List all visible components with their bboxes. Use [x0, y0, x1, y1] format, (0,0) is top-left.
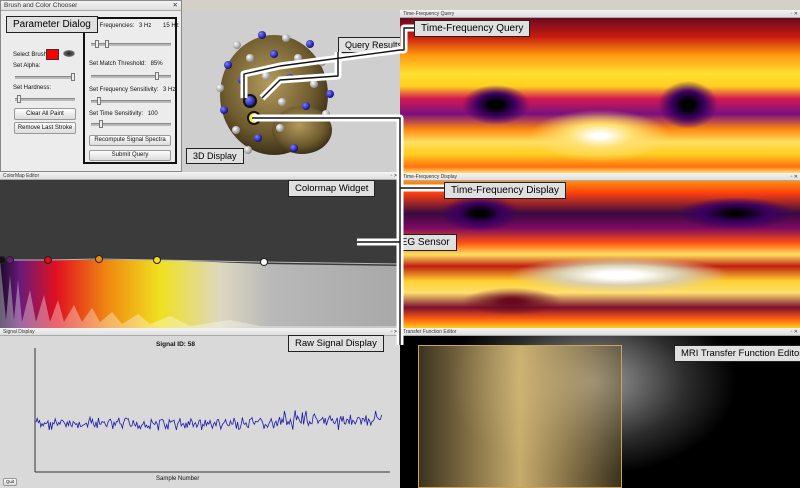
frequencies-label: Set Frequencies: 3 Hz 15 Hz: [89, 23, 179, 29]
mri-transfer-callout: MRI Transfer Function Editor: [674, 345, 800, 362]
hardness-slider-thumb[interactable]: [17, 95, 21, 103]
mri-titlebar[interactable]: Transfer Function Editor ▫ ✕: [400, 328, 800, 336]
clear-all-paint-button[interactable]: Clear All Paint: [14, 108, 76, 120]
freq-high-thumb[interactable]: [105, 40, 109, 48]
tf-query-callout: Time-Frequency Query: [414, 20, 531, 37]
colormap-control-point[interactable]: [6, 256, 14, 264]
signal-plot[interactable]: [30, 348, 390, 473]
alpha-slider[interactable]: [15, 73, 75, 81]
mri-transfer-widget[interactable]: [418, 345, 622, 488]
window-buttons-icon[interactable]: ▫ ✕: [391, 328, 398, 336]
tf-display-callout: Time-Frequency Display: [444, 182, 566, 199]
freq-sensitivity-thumb[interactable]: [97, 97, 101, 105]
freq-low-thumb[interactable]: [95, 40, 99, 48]
3d-display-callout: 3D Display: [186, 148, 244, 164]
freq-sensitivity-slider[interactable]: [91, 97, 171, 105]
match-threshold-slider[interactable]: [91, 72, 171, 80]
close-icon[interactable]: ✕: [173, 1, 178, 11]
brush-window-titlebar[interactable]: Brush and Color Chooser ✕: [1, 1, 181, 11]
parameter-dialog-callout: Parameter Dialog: [6, 16, 98, 33]
window-buttons-icon[interactable]: ▫ ✕: [791, 10, 798, 18]
tf-query-heatmap[interactable]: [400, 18, 800, 173]
freq-sensitivity-label: Set Frequency Sensitivity: 3 Hz: [89, 87, 175, 93]
freq-sensitivity-value: 3 Hz: [163, 87, 176, 93]
window-buttons-icon[interactable]: ▫ ✕: [791, 173, 798, 181]
colormap-control-points: [0, 180, 400, 328]
tf-display-heatmap[interactable]: [400, 181, 800, 328]
time-sensitivity-value: 100: [147, 111, 158, 117]
signal-id-label: Signal ID: 58: [156, 341, 196, 348]
tf-query-title: Time-Frequency Query: [403, 11, 455, 17]
tf-query-titlebar[interactable]: Time-Frequency Query ▫ ✕: [400, 10, 800, 18]
active-sensor-blue: [243, 94, 257, 108]
brush-shape-icon[interactable]: [63, 50, 75, 57]
time-sensitivity-thumb[interactable]: [99, 120, 103, 128]
time-sensitivity-label-text: Set Time Sensitivity:: [89, 111, 144, 117]
freq-low-value: 3 Hz: [139, 23, 152, 29]
time-sensitivity-slider[interactable]: [91, 120, 171, 128]
tf-display-title: Time-Frequency Display: [403, 174, 457, 180]
remove-last-stroke-button[interactable]: Remove Last Stroke: [14, 122, 76, 134]
alpha-slider-thumb[interactable]: [71, 73, 75, 81]
freq-high-value: 15 Hz: [163, 23, 179, 29]
colormap-control-point[interactable]: [260, 258, 268, 266]
x-axis-label: Sample Number: [156, 476, 200, 482]
brush-window-title: Brush and Color Chooser: [4, 2, 78, 9]
match-threshold-label: Set Match Threshold: 85%: [89, 61, 163, 67]
colormap-control-point[interactable]: [44, 256, 52, 264]
match-threshold-value: 85%: [150, 61, 163, 67]
query-parameters-box: Set Frequencies: 3 Hz 15 Hz Set Match Th…: [83, 17, 179, 164]
window-buttons-icon[interactable]: ▫ ✕: [791, 328, 798, 336]
time-sensitivity-label: Set Time Sensitivity: 100: [89, 111, 158, 117]
raw-signal-callout: Raw Signal Display: [288, 335, 384, 352]
select-brush-label: Select Brush: [13, 52, 48, 58]
mri-title: Transfer Function Editor: [403, 329, 457, 335]
colormap-control-point[interactable]: [153, 256, 161, 264]
freq-sensitivity-label-text: Set Frequency Sensitivity:: [89, 87, 159, 93]
query-results-callout: Query Results: [338, 37, 410, 53]
recompute-spectra-button[interactable]: Recompute Signal Spectra: [89, 135, 171, 146]
colormap-widget-callout: Colormap Widget: [288, 180, 376, 197]
hardness-label: Set Hardness:: [13, 85, 52, 91]
alpha-label: Set Alpha:: [13, 63, 41, 69]
hardness-slider[interactable]: [15, 95, 75, 103]
tf-display-titlebar[interactable]: Time-Frequency Display ▫ ✕: [400, 173, 800, 181]
colormap-titlebar[interactable]: ColorMap Editor ▫ ✕: [0, 172, 400, 180]
eeg-signal-trace: [35, 410, 382, 431]
colormap-control-point[interactable]: [95, 255, 103, 263]
brush-color-swatch[interactable]: [46, 49, 59, 60]
match-threshold-thumb[interactable]: [155, 72, 159, 80]
active-sensor-yellow: [247, 111, 261, 125]
colormap-title: ColorMap Editor: [3, 173, 40, 179]
window-buttons-icon[interactable]: ▫ ✕: [391, 172, 398, 180]
match-threshold-label-text: Set Match Threshold:: [89, 61, 146, 67]
submit-query-button[interactable]: Submit Query: [89, 150, 171, 161]
quit-button[interactable]: Quit: [3, 478, 17, 486]
signal-title: Signal Display: [3, 329, 35, 335]
signal-display-window: Signal Display ▫ ✕ Signal ID: 58 Sample …: [0, 328, 400, 488]
frequency-range-slider[interactable]: [91, 40, 171, 48]
